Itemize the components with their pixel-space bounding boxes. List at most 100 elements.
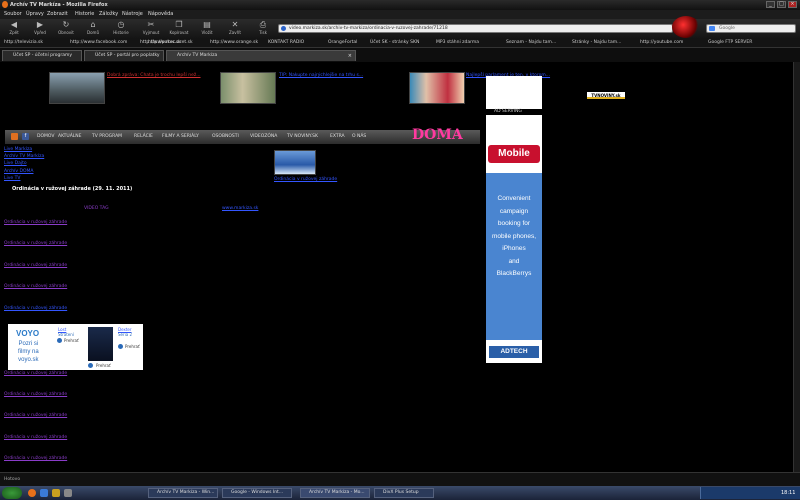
menu-view[interactable]: Zobrazit <box>47 11 68 17</box>
menu-tools[interactable]: Nástroje <box>122 11 143 17</box>
maximize-button[interactable]: □ <box>777 1 786 8</box>
print-button[interactable]: ⎙ Tisk <box>252 19 274 38</box>
address-bar[interactable]: video.markiza.sk/archiv-tv-markiza/ordin… <box>278 24 673 33</box>
app-quicklaunch-icon[interactable] <box>64 489 72 497</box>
ad-placeholder[interactable] <box>486 115 542 137</box>
history-button[interactable]: ◷ Historie <box>110 19 132 38</box>
episode-thumbnail[interactable] <box>274 150 316 175</box>
menu-edit[interactable]: Úpravy <box>26 11 44 17</box>
episode-link[interactable]: Ordinácia v ružovej záhrade <box>4 392 67 397</box>
promo-link[interactable]: TIP: Nakupte najrýchlejšie na trhu s... <box>279 73 363 78</box>
taskbar-task[interactable]: Google - Windows Int... <box>222 488 292 498</box>
taskbar-task[interactable]: Archív TV Markíza - Win... <box>148 488 218 498</box>
facebook-icon[interactable]: f <box>22 133 29 140</box>
promo-link[interactable]: Dobrá zpráva: Chata je trochu lepší než.… <box>107 73 201 78</box>
voyo-poster[interactable] <box>88 327 113 361</box>
menu-history[interactable]: Historie <box>75 11 94 17</box>
firefox-quicklaunch-icon[interactable] <box>28 489 36 497</box>
promo-thumbnail[interactable] <box>49 72 105 104</box>
episode-thumbnail-caption[interactable]: Ordinácia v ružovej záhrade <box>274 177 337 182</box>
doma-logo[interactable]: DOMA <box>412 127 463 143</box>
nav-tv-program[interactable]: TV PROGRAM <box>92 134 122 139</box>
folder-quicklaunch-icon[interactable] <box>52 489 60 497</box>
rss-icon[interactable] <box>11 133 18 140</box>
play-icon[interactable] <box>57 338 62 343</box>
side-menu-item[interactable]: Live Markíza <box>4 147 32 152</box>
promo-thumbnail[interactable] <box>409 72 465 104</box>
tab-ucet-portal[interactable]: Účet SP - portál pro poplatky <box>84 50 164 61</box>
menu-bookmarks[interactable]: Záložky <box>99 11 118 17</box>
play-icon[interactable] <box>88 363 93 368</box>
voyo-play-label[interactable]: Prehrať <box>96 363 111 368</box>
adtech-brand-box[interactable]: ADTECH <box>486 340 542 363</box>
play-icon[interactable] <box>118 344 123 349</box>
promo-thumbnail[interactable] <box>220 72 276 104</box>
close-tab-button[interactable]: ✕ Zavřít <box>224 19 246 38</box>
cut-button[interactable]: ✂ Vyjmout <box>140 19 162 38</box>
voyo-ad[interactable]: VOYO Pozri si filmy na voyo.sk Lost Stra… <box>8 324 143 370</box>
nav-tvnoviny[interactable]: TV NOVINY.SK <box>287 134 318 139</box>
ad-placeholder[interactable] <box>486 76 542 109</box>
paste-button[interactable]: ▤ Vložit <box>196 19 218 38</box>
ie-quicklaunch-icon[interactable] <box>40 489 48 497</box>
voyo-play-label[interactable]: Prehrať <box>125 344 140 349</box>
episode-link[interactable]: Ordinácia v ružovej záhrade <box>4 263 67 268</box>
close-window-button[interactable]: × <box>788 1 797 8</box>
nav-videozone[interactable]: VIDEOZÓNA <box>250 134 277 139</box>
bookmark-item[interactable]: http://youtube.com <box>640 40 683 45</box>
bookmark-item[interactable]: KONTAKT RADIO <box>268 40 304 45</box>
bookmark-item[interactable]: Stránky - Najdu tam... <box>572 40 621 45</box>
episode-link[interactable]: Ordinácia v ružovej záhrade <box>4 456 67 461</box>
nav-celebrities[interactable]: OSOBNOSTI <box>212 134 239 139</box>
forward-button[interactable]: ▶ Vpřed <box>29 19 51 38</box>
nav-extra[interactable]: EXTRA <box>330 134 345 139</box>
page-scrollbar[interactable] <box>793 62 800 472</box>
home-button[interactable]: ⌂ Domů <box>82 19 104 38</box>
episode-link[interactable]: Ordinácia v ružovej záhrade <box>4 306 67 311</box>
search-input[interactable]: Google <box>706 24 796 33</box>
nav-films-series[interactable]: FILMY A SERIÁLY <box>162 134 199 139</box>
episode-link[interactable]: Ordinácia v ružovej záhrade <box>4 413 67 418</box>
bookmark-item[interactable]: http://www.orange.sk <box>210 40 258 45</box>
taskbar-task[interactable]: DivX Plus Setup <box>374 488 434 498</box>
voyo-logo: VOYO <box>16 329 40 338</box>
side-menu-item[interactable]: Archív DOMA <box>4 169 33 174</box>
episode-link[interactable]: Ordinácia v ružovej záhrade <box>4 241 67 246</box>
bookmark-item[interactable]: MP3 stáhni zdarma <box>436 40 479 45</box>
copy-button[interactable]: ❐ Kopírovat <box>168 19 190 38</box>
tvnoviny-badge[interactable]: TVNOVINY.sk <box>587 92 625 99</box>
side-menu-item[interactable]: Archív TV Markíza <box>4 154 44 159</box>
windows-taskbar: Archív TV Markíza - Win... Google - Wind… <box>0 486 800 500</box>
column-link[interactable]: www.markiza.sk <box>222 206 258 211</box>
side-menu-item[interactable]: Live TV <box>4 176 20 181</box>
minimize-button[interactable]: _ <box>766 1 775 8</box>
menu-help[interactable]: Nápověda <box>148 11 173 17</box>
voyo-play-label[interactable]: Prehrať <box>64 338 79 343</box>
menu-file[interactable]: Soubor <box>4 11 22 17</box>
episode-link[interactable]: Ordinácia v ružovej záhrade <box>4 371 67 376</box>
side-menu-item[interactable]: Live Dajto <box>4 161 27 166</box>
nav-shows[interactable]: RELÁCIE <box>134 134 153 139</box>
bookmark-item[interactable]: OrangeFortal <box>328 40 357 45</box>
nav-current[interactable]: AKTUÁLNE <box>58 134 82 139</box>
taskbar-task-active[interactable]: Archív TV Markíza - Mo... <box>300 488 370 498</box>
episode-link[interactable]: Ordinácia v ružovej záhrade <box>4 220 67 225</box>
bookmark-item[interactable]: Seznam - Najdu tam... <box>506 40 556 45</box>
adtech-ad-banner[interactable]: Convenient campaign booking for mobile p… <box>486 173 542 340</box>
bookmark-item[interactable]: http://pokec.azet.sk <box>148 40 193 45</box>
bookmark-item[interactable]: http://televizia.sk <box>4 40 43 45</box>
tab-ucet-sp[interactable]: Účet SP - účetní programy <box>2 50 82 61</box>
tab-archiv-markiza[interactable]: Archív TV Markíza × <box>166 50 356 61</box>
bookmark-item[interactable]: Účet SK - stránky SKN <box>370 40 419 45</box>
reload-button[interactable]: ↻ Obnovit <box>55 19 77 38</box>
start-button[interactable] <box>2 487 22 499</box>
mobile-ad[interactable]: Mobile <box>486 137 542 173</box>
episode-link[interactable]: Ordinácia v ružovej záhrade <box>4 435 67 440</box>
back-button[interactable]: ◀ Zpět <box>3 19 25 38</box>
bookmark-item[interactable]: Google FTP SERVER <box>708 40 752 45</box>
episode-link[interactable]: Ordinácia v ružovej záhrade <box>4 284 67 289</box>
bookmark-item[interactable]: http://www.facebook.com <box>70 40 127 45</box>
nav-about[interactable]: O NÁS <box>352 134 366 139</box>
nav-home[interactable]: DOMOV <box>37 134 54 139</box>
tab-close-icon[interactable]: × <box>348 51 352 61</box>
